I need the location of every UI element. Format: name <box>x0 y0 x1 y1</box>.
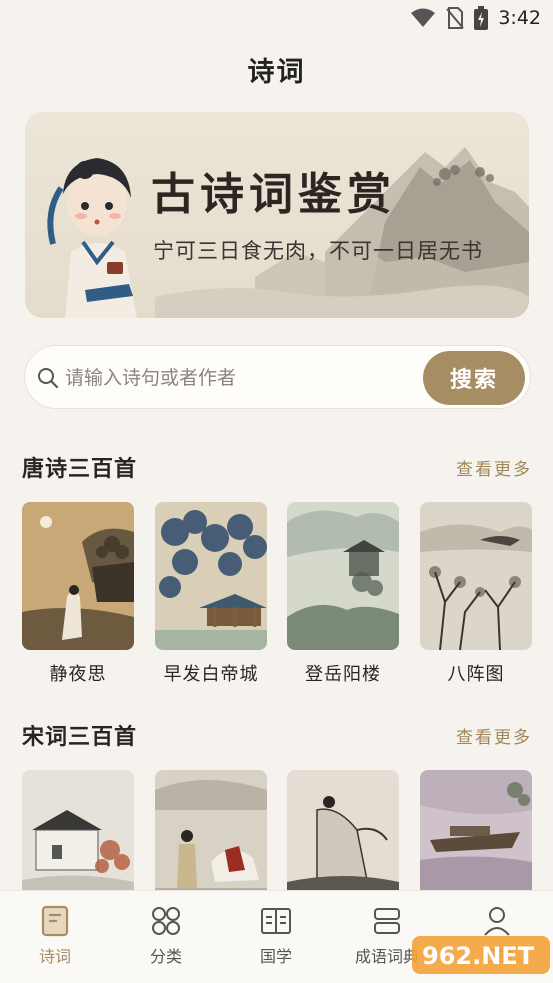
battery-charging-icon <box>474 6 489 30</box>
category-grid-icon <box>152 907 180 935</box>
status-icons: 3:42 <box>410 6 541 30</box>
dictionary-icon <box>374 908 400 934</box>
ci-card-image <box>155 770 267 900</box>
poem-card-image <box>287 502 399 650</box>
ci-card-image <box>420 770 532 900</box>
poem-card-dengyueyanglou[interactable]: 登岳阳楼 <box>287 502 399 686</box>
banner-title: 古诗词鉴赏 <box>151 169 396 220</box>
tang-more-link[interactable]: 查看更多 <box>456 455 532 480</box>
status-time: 3:42 <box>498 7 541 29</box>
poem-card-bazhentu[interactable]: 八阵图 <box>420 502 532 686</box>
ci-card-2[interactable] <box>155 770 267 900</box>
poem-card-label: 静夜思 <box>49 664 107 685</box>
tab-fenlei[interactable]: 分类 <box>111 905 221 967</box>
tang-section-header: 唐诗三百首 查看更多 <box>22 451 532 485</box>
song-more-link[interactable]: 查看更多 <box>456 723 532 748</box>
hero-banner[interactable]: 古诗词鉴赏 宁可三日食无肉，不可一日居无书 <box>25 112 529 318</box>
ci-card-1[interactable] <box>22 770 134 900</box>
poem-card-label: 早发白帝城 <box>163 664 259 685</box>
search-bar: 搜索 <box>24 345 531 409</box>
tang-section-title: 唐诗三百首 <box>22 456 138 482</box>
ci-card-4[interactable] <box>420 770 532 900</box>
tab-guoxue[interactable]: 国学 <box>221 905 331 967</box>
wifi-icon <box>411 8 436 27</box>
ci-card-image <box>287 770 399 900</box>
tab-label: 分类 <box>149 947 182 966</box>
poem-card-image <box>420 502 532 650</box>
poem-card-image <box>22 502 134 650</box>
song-section-header: 宋词三百首 查看更多 <box>22 719 532 753</box>
ci-card-image <box>22 770 134 900</box>
poem-card-label: 登岳阳楼 <box>305 664 381 685</box>
tab-label: 国学 <box>259 947 292 966</box>
song-section-title: 宋词三百首 <box>22 724 138 750</box>
ci-card-3[interactable] <box>287 770 399 900</box>
site-watermark-logo: 962.NET <box>412 936 550 974</box>
search-input[interactable] <box>65 358 405 398</box>
poem-card-image <box>155 502 267 650</box>
no-sim-icon <box>446 7 465 29</box>
tab-label: 诗词 <box>38 947 71 966</box>
page-title: 诗词 <box>247 57 306 88</box>
poem-card-zaofabaidicheng[interactable]: 早发白帝城 <box>155 502 267 686</box>
status-bar: 3:42 <box>0 0 553 38</box>
book-icon <box>41 905 69 937</box>
search-button[interactable]: 搜索 <box>423 351 525 405</box>
poem-card-jingyesi[interactable]: 静夜思 <box>22 502 134 686</box>
watermark-text: 962.NET <box>422 942 535 970</box>
tab-shici[interactable]: 诗词 <box>0 905 110 967</box>
search-icon <box>38 368 59 389</box>
open-book-icon <box>261 908 291 934</box>
banner-subtitle: 宁可三日食无肉，不可一日居无书 <box>153 239 483 263</box>
poem-card-label: 八阵图 <box>447 664 505 685</box>
